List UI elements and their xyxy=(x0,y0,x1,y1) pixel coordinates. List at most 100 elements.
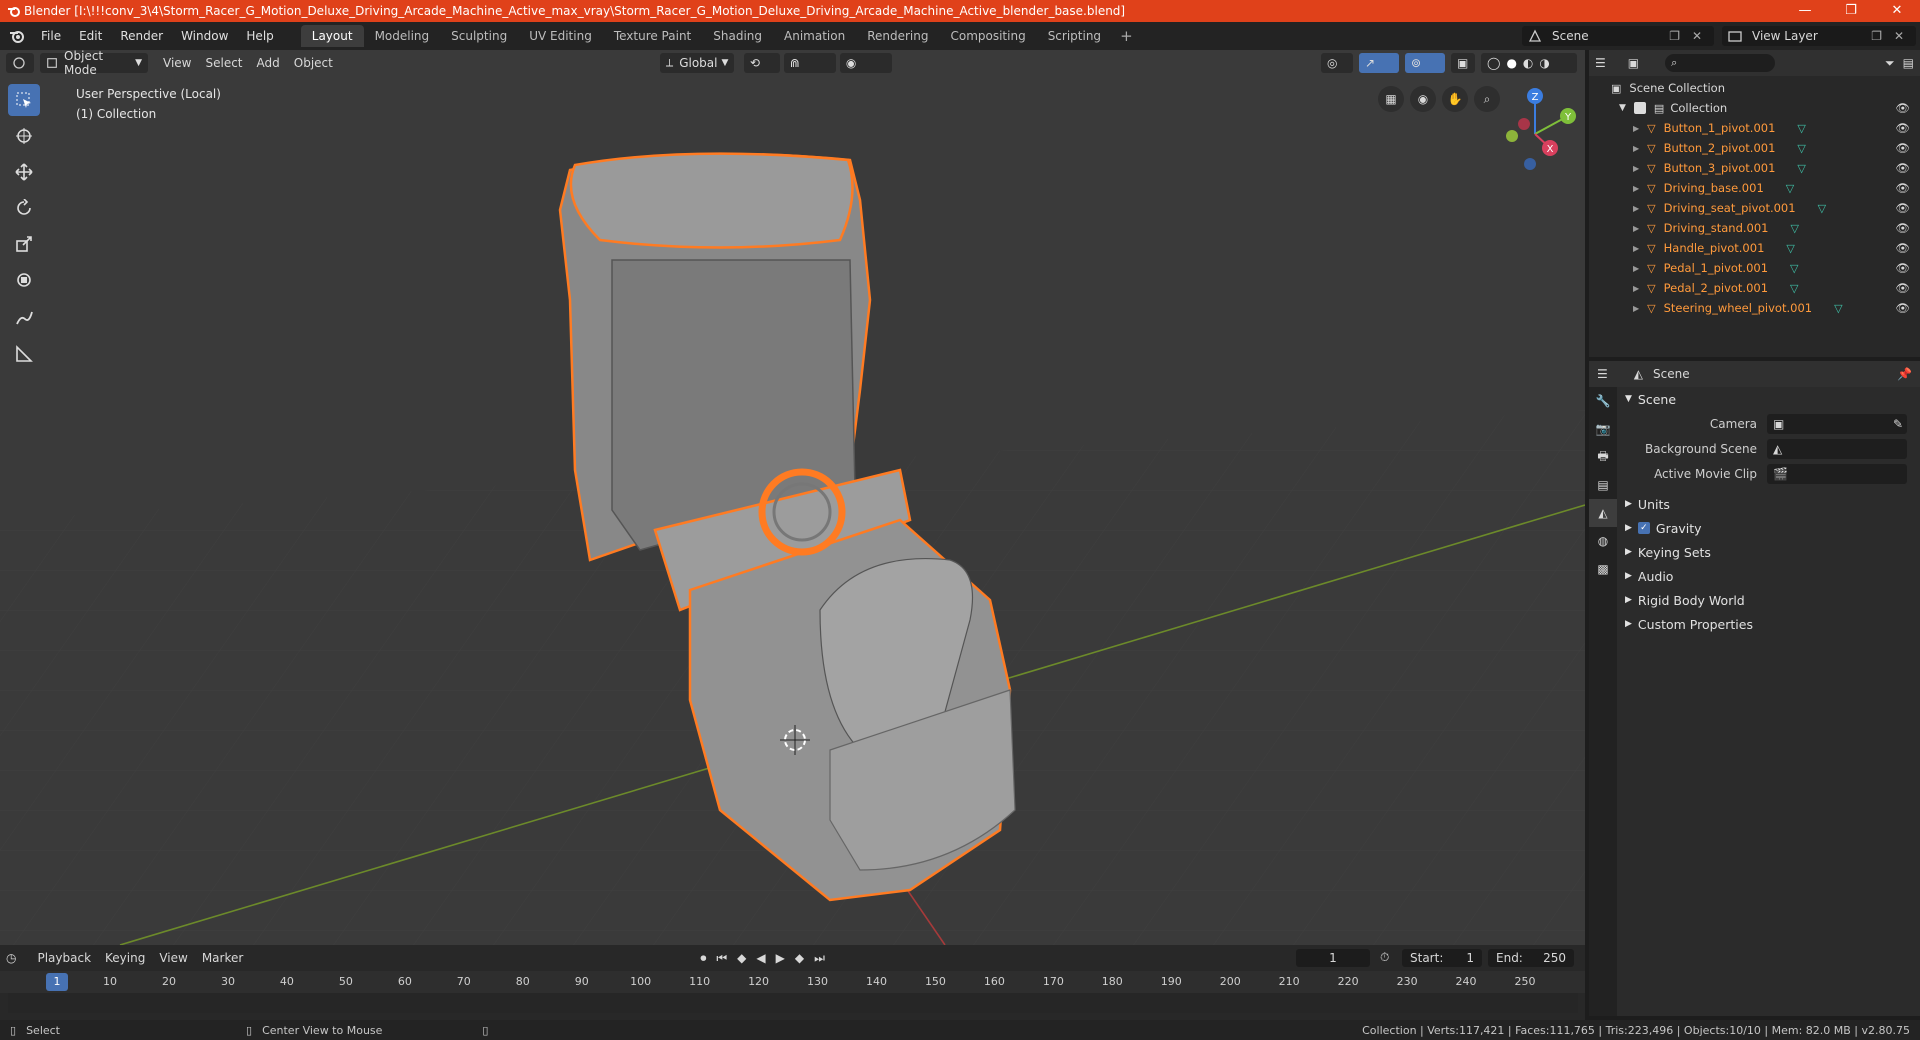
eye-icon[interactable]: 👁 xyxy=(1895,201,1910,215)
outliner-scene-collection[interactable]: ▣ Scene Collection xyxy=(1589,78,1920,98)
eye-icon[interactable]: 👁 xyxy=(1895,161,1910,175)
3d-viewport[interactable]: Object Mode ▼ View Select Add Object ⟂ G… xyxy=(0,50,1585,945)
expand-arrow-icon[interactable]: ▶ xyxy=(1633,204,1639,213)
view-layer-tab-icon[interactable]: ▤ xyxy=(1589,471,1617,499)
expand-arrow-icon[interactable]: ▶ xyxy=(1633,224,1639,233)
active-movie-clip-input[interactable]: 🎬 xyxy=(1767,463,1907,484)
menu-view[interactable]: View xyxy=(156,56,198,70)
outliner-item[interactable]: ▶ ▽ Button_3_pivot.001 ▽ 👁 xyxy=(1589,158,1920,178)
next-keyframe-icon[interactable]: ◆ xyxy=(795,951,804,965)
outliner-item[interactable]: ▶ ▽ Steering_wheel_pivot.001 ▽ 👁 xyxy=(1589,298,1920,318)
menu-select[interactable]: Select xyxy=(198,56,249,70)
shading-modes[interactable]: ◯ ● ◐ ◑ xyxy=(1481,53,1577,73)
properties-editor-icon[interactable]: ☰ xyxy=(1597,367,1608,381)
eyedropper-icon[interactable]: ✎ xyxy=(1893,417,1903,431)
minimize-button[interactable]: — xyxy=(1782,0,1828,22)
frame-ruler[interactable]: 1 10 20 30 40 50 60 70 80 90 100 110 120 130 140 150 160… xyxy=(0,971,1585,993)
eye-icon[interactable]: 👁 xyxy=(1895,141,1910,155)
outliner-item[interactable]: ▶ ▽ Pedal_1_pivot.001 ▽ 👁 xyxy=(1589,258,1920,278)
gizmo-toggle[interactable]: ↗ xyxy=(1359,53,1399,73)
menu-render[interactable]: Render xyxy=(111,29,172,43)
tab-texture-paint[interactable]: Texture Paint xyxy=(603,25,702,47)
pan-hand-icon[interactable]: ✋ xyxy=(1442,86,1468,112)
expand-arrow-icon[interactable]: ▶ xyxy=(1633,244,1639,253)
select-box-tool[interactable] xyxy=(8,84,40,116)
outliner-item[interactable]: ▶ ▽ Driving_base.001 ▽ 👁 xyxy=(1589,178,1920,198)
pivot-dropdown[interactable]: ⟲ xyxy=(743,53,780,73)
display-mode-icon[interactable]: ▣ xyxy=(1628,56,1639,70)
orientation-dropdown[interactable]: ⟂ Global ▼ xyxy=(659,53,734,73)
play-reverse-icon[interactable]: ◀ xyxy=(756,951,765,965)
jump-end-icon[interactable]: ⏭ xyxy=(814,951,825,966)
eye-icon[interactable]: 👁 xyxy=(1895,241,1910,255)
outliner-item[interactable]: ▶ ▽ Driving_stand.001 ▽ 👁 xyxy=(1589,218,1920,238)
annotate-tool[interactable] xyxy=(8,302,40,334)
rendered-shading-icon[interactable]: ◑ xyxy=(1539,56,1549,70)
tab-sculpting[interactable]: Sculpting xyxy=(440,25,518,47)
tab-layout[interactable]: Layout xyxy=(300,25,364,47)
eye-icon[interactable]: 👁 xyxy=(1895,301,1910,315)
camera-view-icon[interactable]: ◉ xyxy=(1410,86,1436,112)
jump-start-icon[interactable]: ⏮ xyxy=(716,951,727,966)
transform-tool[interactable] xyxy=(8,264,40,296)
custom-properties-panel[interactable]: ▶ Custom Properties xyxy=(1617,612,1920,636)
expand-arrow-icon[interactable]: ▶ xyxy=(1633,304,1639,313)
outliner-item[interactable]: ▶ ▽ Button_1_pivot.001 ▽ 👁 xyxy=(1589,118,1920,138)
rotate-tool[interactable] xyxy=(8,192,40,224)
proportional-edit-toggle[interactable]: ◉ xyxy=(839,53,892,73)
timeline-editor-icon[interactable]: ◷ xyxy=(6,951,16,965)
collection-checkbox[interactable] xyxy=(1633,102,1646,114)
eye-icon[interactable]: 👁 xyxy=(1895,121,1910,135)
tab-shading[interactable]: Shading xyxy=(702,25,773,47)
expand-arrow-icon[interactable]: ▶ xyxy=(1633,124,1639,133)
outliner-collection[interactable]: ▼ ▤ Collection 👁 xyxy=(1589,98,1920,118)
start-frame-input[interactable]: Start: 1 xyxy=(1402,949,1482,967)
menu-edit[interactable]: Edit xyxy=(70,29,111,43)
menu-help[interactable]: Help xyxy=(237,29,282,43)
editor-type-button[interactable] xyxy=(6,53,34,73)
tab-uv-editing[interactable]: UV Editing xyxy=(518,25,603,47)
audio-panel[interactable]: ▶ Audio xyxy=(1617,564,1920,588)
material-shading-icon[interactable]: ◐ xyxy=(1523,56,1533,70)
delete-scene-icon[interactable]: ✕ xyxy=(1692,29,1702,43)
eye-icon[interactable]: 👁 xyxy=(1895,261,1910,275)
filter-icon[interactable]: ⏷ xyxy=(1885,56,1895,71)
outliner-search-input[interactable]: ⌕ xyxy=(1665,54,1776,72)
expand-arrow-icon[interactable]: ▶ xyxy=(1633,144,1639,153)
menu-keying[interactable]: Keying xyxy=(98,951,152,965)
rigid-body-world-panel[interactable]: ▶ Rigid Body World xyxy=(1617,588,1920,612)
tool-tab-icon[interactable]: 🔧 xyxy=(1589,387,1617,415)
move-tool[interactable] xyxy=(8,156,40,188)
delete-view-layer-icon[interactable]: ✕ xyxy=(1894,29,1904,43)
scene-section-header[interactable]: ▼ Scene xyxy=(1617,387,1920,411)
outliner-item[interactable]: ▶ ▽ Driving_seat_pivot.001 ▽ 👁 xyxy=(1589,198,1920,218)
expand-arrow-icon[interactable]: ▼ xyxy=(1619,103,1626,113)
solid-shading-icon[interactable]: ● xyxy=(1506,56,1516,70)
xray-toggle[interactable]: ▣ xyxy=(1451,53,1475,73)
world-tab-icon[interactable]: ◍ xyxy=(1589,527,1617,555)
expand-arrow-icon[interactable]: ▶ xyxy=(1633,184,1639,193)
keying-sets-panel[interactable]: ▶ Keying Sets xyxy=(1617,540,1920,564)
eye-icon[interactable]: 👁 xyxy=(1895,181,1910,195)
menu-window[interactable]: Window xyxy=(172,29,237,43)
menu-object[interactable]: Object xyxy=(287,56,340,70)
eye-icon[interactable]: 👁 xyxy=(1895,101,1910,115)
overlay-toggle[interactable]: ⊚ xyxy=(1405,53,1445,73)
mode-dropdown[interactable]: Object Mode ▼ xyxy=(40,50,148,77)
outliner-item[interactable]: ▶ ▽ Pedal_2_pivot.001 ▽ 👁 xyxy=(1589,278,1920,298)
menu-add[interactable]: Add xyxy=(250,56,287,70)
navigation-gizmo[interactable]: Z Y X xyxy=(1490,84,1580,174)
tab-compositing[interactable]: Compositing xyxy=(939,25,1036,47)
texture-tab-icon[interactable]: ▩ xyxy=(1589,555,1617,583)
render-tab-icon[interactable]: 📷 xyxy=(1589,415,1617,443)
cursor-tool[interactable] xyxy=(8,120,40,152)
play-icon[interactable]: ▶ xyxy=(776,951,785,965)
eye-icon[interactable]: 👁 xyxy=(1895,281,1910,295)
menu-marker[interactable]: Marker xyxy=(195,951,250,965)
view-layer-selector[interactable]: View Layer ❐ ✕ xyxy=(1722,26,1916,46)
current-frame-input[interactable]: 1 xyxy=(1296,949,1370,967)
gravity-checkbox[interactable]: ✓ xyxy=(1637,522,1650,534)
units-panel[interactable]: ▶ Units xyxy=(1617,492,1920,516)
tab-scripting[interactable]: Scripting xyxy=(1037,25,1112,47)
eye-icon[interactable]: 👁 xyxy=(1895,221,1910,235)
